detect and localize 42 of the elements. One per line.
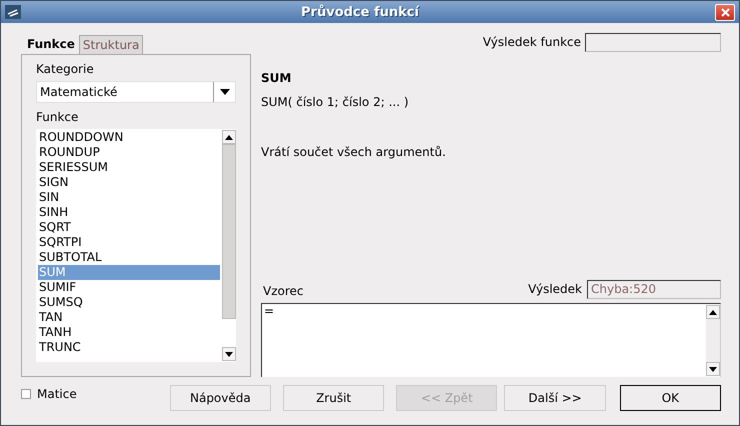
list-item[interactable]: SERIESSUM <box>38 160 220 175</box>
list-item[interactable]: SIGN <box>38 175 220 190</box>
category-label: Kategorie <box>36 61 95 77</box>
checkbox-label: Matice <box>37 386 77 402</box>
scrollbar[interactable] <box>706 304 720 377</box>
checkbox[interactable] <box>21 389 31 399</box>
function-description: Vrátí součet všech argumentů. <box>261 145 447 159</box>
close-button[interactable] <box>715 4 735 20</box>
dialog-button[interactable]: Další >> <box>504 385 606 411</box>
scroll-up-icon[interactable] <box>222 130 236 144</box>
scroll-down-icon[interactable] <box>222 347 236 361</box>
list-item[interactable]: SUMSQ <box>38 295 220 310</box>
scroll-up-icon[interactable] <box>706 305 720 319</box>
result-label: Výsledek <box>528 281 582 297</box>
list-item[interactable]: SUBTOTAL <box>38 250 220 265</box>
list-item[interactable]: ROUNDDOWN <box>38 130 220 145</box>
scroll-down-icon[interactable] <box>706 362 720 376</box>
list-item[interactable]: TANH <box>38 325 220 340</box>
formula-label: Vzorec <box>263 283 304 299</box>
result-field: Chyba:520 <box>587 280 721 299</box>
function-result-label: Výsledek funkce <box>482 34 581 50</box>
list-item[interactable]: SINH <box>38 205 220 220</box>
formula-field[interactable]: = <box>261 303 721 377</box>
close-icon[interactable] <box>720 8 730 16</box>
app-icon <box>5 5 21 19</box>
list-item[interactable]: TAN <box>38 310 220 325</box>
window-title: Průvodce funkcí <box>300 4 420 20</box>
list-item[interactable]: SQRT <box>38 220 220 235</box>
tab[interactable]: Struktura <box>78 35 144 54</box>
function-name: SUM <box>261 71 292 85</box>
list-item[interactable]: ROUNDUP <box>38 145 220 160</box>
function-syntax: SUM( číslo 1; číslo 2; ... ) <box>261 95 410 109</box>
dialog-button[interactable]: Zrušit <box>282 385 384 411</box>
list-item[interactable]: SQRTPI <box>38 235 220 250</box>
category-dropdown[interactable]: Matematické <box>36 81 236 103</box>
list-item[interactable]: SUMIF <box>38 280 220 295</box>
scrollbar[interactable] <box>222 129 236 362</box>
dialog-button[interactable]: Nápověda <box>170 385 271 411</box>
functions-label: Funkce <box>36 109 80 125</box>
dialog-button[interactable]: OK <box>620 385 721 411</box>
list-item[interactable]: SIN <box>38 190 220 205</box>
list-item[interactable]: TRUNC <box>38 340 220 355</box>
